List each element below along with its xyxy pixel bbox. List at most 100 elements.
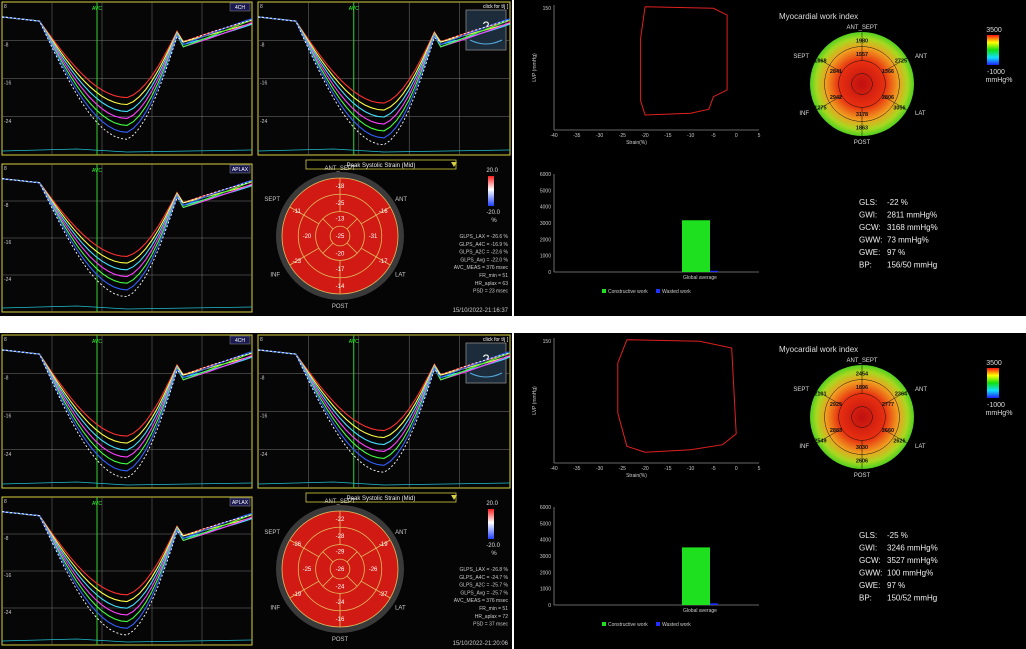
mw-segment-value: 2777 [882,402,894,408]
bar-category-label: Global average [683,275,717,281]
strain-view: 8 -8 -16 -24 AVC 4CH [1,334,253,489]
y-tick-label: -16 [4,573,11,579]
bar-wasted-work [710,270,718,272]
segment-value: -26 [369,567,378,573]
metric-value: 3168 mmHg% [887,223,938,232]
scale-unit-label: % [491,551,497,557]
y-tick-label: -24 [4,119,11,125]
mw-segment-value: 2626 [893,438,905,444]
loop-x-tick: -40 [550,466,557,472]
mw-segment-value: 2841 [830,69,842,75]
metric-key: GWI: [859,211,877,220]
stat-line: GLPS_A4C = -16.9 % [459,242,508,248]
metric-key: GWE: [859,248,880,257]
view-label: APLAX [232,167,249,173]
segment-value: -23 [292,259,301,265]
metric-key: GLS: [859,198,877,207]
bar-constructive-work [682,547,710,605]
mw-segment-value: 2606 [856,459,868,465]
segment-value: -24 [336,600,345,606]
mw-scale-unit: mmHg% [986,410,1013,417]
label-sept: SEPT [264,197,280,203]
bar-y-tick: 1000 [540,254,551,260]
segment-value: -19 [379,542,388,548]
echo-panel-case2: 8 -8 -16 -24 AVC 4CH 8 -8 -16 -24 AVC click for t/j… [0,333,512,649]
segment-value: -16 [379,209,388,215]
mw-label-post: POST [854,473,871,479]
bar-wasted-work [710,603,718,605]
bar-y-tick: 3000 [540,221,551,227]
avc-label: AVC [92,6,102,12]
mw-color-scale [987,35,999,65]
strain-bullseye: -22 -19 -27 -16 -19 -26 -28 -26 -24 -25 -29 -24 -26 A… [264,499,407,643]
segment-value: -28 [336,534,345,540]
loop-x-tick: -25 [619,133,626,139]
label-ant: ANT [395,197,407,203]
bar-category-label: Global average [683,608,717,614]
mw-segment-value: 2806 [882,95,894,101]
strain-view: 8 -8 -16 -24 AVC 4CH [1,1,253,156]
metric-value: 3246 mmHg% [887,544,938,553]
view-label: 4CH [235,5,245,11]
bar-y-tick: 1000 [540,587,551,593]
loop-x-tick: -5 [711,133,716,139]
metric-value: 150/52 mmHg [887,594,937,603]
label-ant-sept: ANT_SEPT [324,499,355,505]
view-label: APLAX [232,500,249,506]
y-tick-label: -24 [260,452,267,458]
mw-segment-value: 1863 [856,126,868,132]
y-tick-label: -16 [260,414,267,420]
segment-value: -25 [303,567,312,573]
click-label: click for t/j [ [483,4,509,10]
view-label: 4CH [235,338,245,344]
mw-label-post: POST [854,140,871,146]
bar-y-tick: 6000 [540,505,551,511]
segment-value: -17 [336,267,345,273]
y-tick-label: -16 [4,240,11,246]
loop-x-tick: -15 [664,133,671,139]
loop-x-tick: -25 [619,466,626,472]
bar-y-tick: 5000 [540,521,551,527]
loop-y-top: 150 [543,6,552,12]
loop-x-tick: -30 [596,133,603,139]
bar-y-tick: 3000 [540,554,551,560]
metric-value: 156/50 mmHg [887,261,937,270]
metric-key: GCW: [859,223,881,232]
loop-x-tick: -10 [687,466,694,472]
loop-x-tick: 0 [735,466,738,472]
segment-value: -25 [336,201,345,207]
mw-scale-min: -1000 [987,69,1005,76]
stat-line: PSD = 37 msec [473,622,508,628]
y-tick-label: 8 [260,337,263,343]
y-tick-label: -24 [4,277,11,283]
segment-value: -26 [292,542,301,548]
loop-x-label: Strain(%) [626,140,647,146]
label-inf: INF [270,606,280,612]
loop-x-tick: -5 [711,466,716,472]
segment-value: -20 [303,234,312,240]
mw-segment-value: 1980 [856,38,868,44]
legend-swatch-constructive [602,622,606,626]
stat-line: HR_aplax = 72 [475,614,508,620]
stat-line: PSD = 23 msec [473,289,508,295]
mw-label-ant: ANT [915,54,927,60]
stat-line: GLPS_Avg = -25.7 % [460,590,508,596]
mw-label-sept: SEPT [793,387,809,393]
y-tick-label: -24 [260,119,267,125]
label-post: POST [332,637,349,643]
bar-y-tick: 2000 [540,237,551,243]
mw-segment-value: 2101 [814,392,826,398]
avc-label: AVC [349,6,359,12]
loop-x-tick: 0 [735,133,738,139]
y-tick-label: -8 [4,42,9,48]
mw-label-inf: INF [799,444,809,450]
segment-value: -26 [336,567,345,573]
metric-key: GLS: [859,531,877,540]
mw-segment-value: 2725 [895,59,907,65]
y-tick-label: -8 [4,375,9,381]
scale-unit-label: % [491,218,497,224]
avc-label: AVC [92,339,102,345]
avc-label: AVC [92,168,102,174]
label-lat: LAT [395,273,406,279]
mw-segment-value: 3178 [856,112,868,118]
